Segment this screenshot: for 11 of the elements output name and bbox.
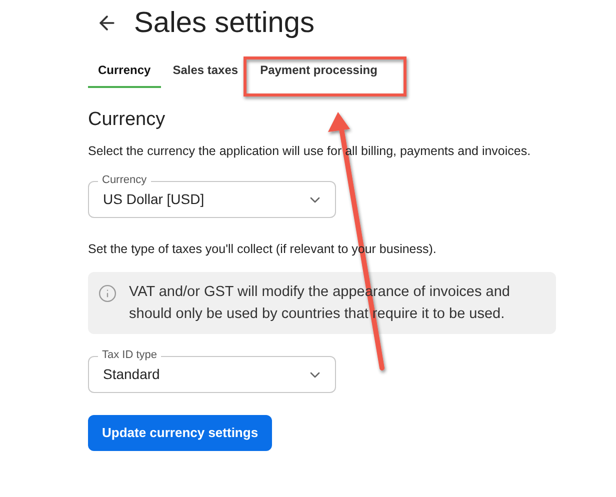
info-icon xyxy=(98,284,117,303)
tab[interactable]: Payment processing xyxy=(250,54,388,88)
section-heading: Currency xyxy=(88,108,166,132)
select-label: Currency xyxy=(98,173,151,187)
update-button[interactable]: Update currency settings xyxy=(88,415,272,451)
select-value: Standard xyxy=(103,365,160,384)
tab[interactable]: Sales taxes xyxy=(162,54,248,88)
select-label: Tax ID type xyxy=(98,348,162,362)
tab[interactable]: Currency xyxy=(88,54,161,88)
page-title: Sales settings xyxy=(134,6,315,41)
select-value: US Dollar [USD] xyxy=(103,190,204,209)
